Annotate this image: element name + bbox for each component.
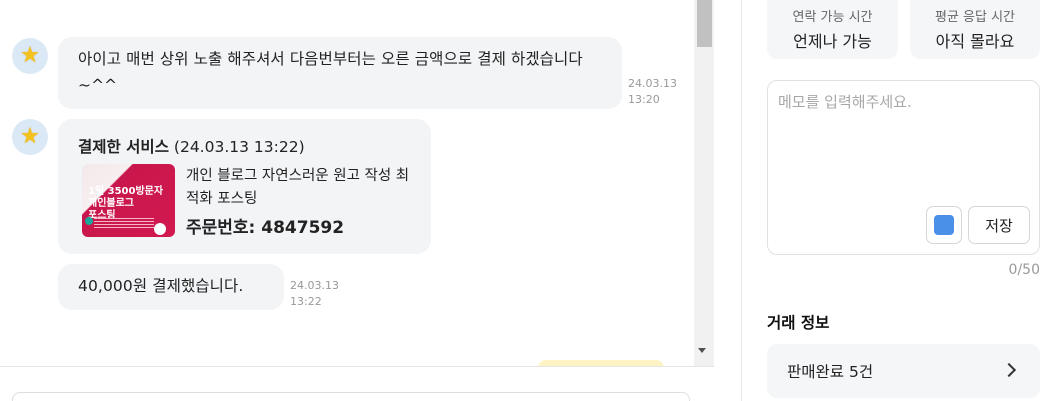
thumbnail-circle-icon [154, 223, 166, 235]
seller-avatar: ★ [12, 38, 48, 74]
star-icon: ★ [20, 124, 40, 149]
contact-time-card: 연락 가능 시간 언제나 가능 [767, 0, 898, 59]
memo-box: 저장 [767, 80, 1040, 255]
service-name[interactable]: 개인 블로그 자연스러운 원고 작성 최적화 포스팅 [186, 165, 416, 211]
service-card[interactable]: 결제한 서비스 (24.03.13 13:22) 1일 3500방문자 개인블로… [58, 119, 431, 254]
memo-char-counter: 0/50 [1008, 262, 1040, 278]
memo-save-button[interactable]: 저장 [968, 206, 1030, 244]
contact-time-value: 언제나 가능 [793, 32, 872, 51]
seller-avatar: ★ [12, 119, 48, 155]
chat-panel: ★ 아이고 매번 상위 노출 해주셔서 다음번부터는 오른 금액으로 결제 하겠… [0, 0, 714, 366]
memo-color-button[interactable] [926, 206, 962, 244]
message-input[interactable] [12, 392, 690, 401]
message-text: 40,000원 결제했습니다. [78, 277, 244, 295]
star-icon: ★ [20, 43, 40, 68]
message-text: 아이고 매번 상위 노출 해주셔서 다음번부터는 오른 금액으로 결제 하겠습니… [78, 50, 583, 94]
message-time: 13:20 [628, 93, 660, 106]
message-bubble: 아이고 매번 상위 노출 해주셔서 다음번부터는 오른 금액으로 결제 하겠습니… [58, 37, 622, 109]
service-datetime: (24.03.13 13:22) [173, 138, 305, 156]
service-card-title: 결제한 서비스 (24.03.13 13:22) [78, 135, 305, 157]
response-time-label: 평균 응답 시간 [934, 10, 1016, 25]
scroll-down-arrow-icon[interactable] [698, 348, 706, 353]
message-time: 13:22 [290, 295, 322, 308]
chevron-right-icon [1001, 362, 1017, 378]
panel-divider [741, 0, 742, 401]
chat-scroll-thumb[interactable] [697, 0, 712, 47]
sold-count-label: 판매완료 5건 [787, 363, 874, 381]
service-thumbnail[interactable]: 1일 3500방문자 개인블로그 포스팅 [82, 164, 175, 237]
service-title-label: 결제한 서비스 [78, 138, 169, 156]
memo-input[interactable] [778, 91, 1028, 201]
message-date: 24.03.13 [628, 77, 677, 90]
message-bubble: 40,000원 결제했습니다. [58, 264, 284, 310]
contact-time-label: 연락 가능 시간 [792, 10, 873, 25]
thumbnail-decoration [94, 218, 154, 228]
trade-info-title: 거래 정보 [767, 314, 830, 332]
order-number: 주문번호: 4847592 [186, 218, 345, 238]
color-swatch-icon [934, 215, 954, 235]
thumbnail-dot-icon [85, 217, 93, 225]
message-date: 24.03.13 [290, 279, 339, 292]
chat-input-divider [0, 366, 714, 367]
response-time-value: 아직 몰라요 [935, 32, 1015, 51]
chat-scrollbar[interactable] [694, 0, 714, 366]
response-time-card: 평균 응답 시간 아직 몰라요 [910, 0, 1040, 59]
sold-count-row[interactable]: 판매완료 5건 [767, 344, 1040, 398]
